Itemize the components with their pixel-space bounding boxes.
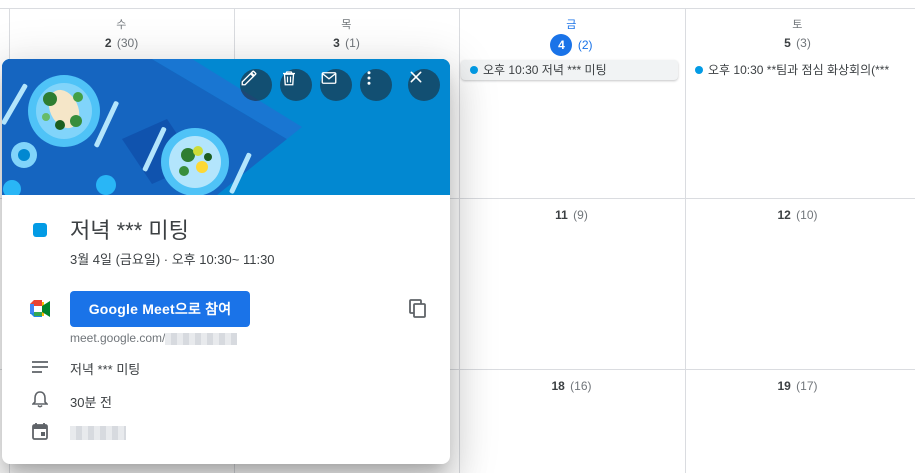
calendar-icon xyxy=(30,421,50,441)
event-count: (30) xyxy=(116,36,139,50)
edit-event-button[interactable] xyxy=(240,69,272,101)
join-google-meet-button[interactable]: Google Meet으로 참여 xyxy=(70,291,250,327)
event-count: (3) xyxy=(796,36,811,50)
event-count: (10) xyxy=(796,208,818,222)
day-number-value: 2 xyxy=(104,36,112,50)
close-icon xyxy=(410,71,422,83)
day-header-fri[interactable]: 금 4 (2) xyxy=(459,8,684,56)
today-badge: 4 xyxy=(550,34,573,56)
day-cell-11[interactable]: 11 (9) xyxy=(459,208,684,222)
event-count: (2) xyxy=(577,38,593,52)
event-description: 저녁 *** 미팅 xyxy=(70,362,141,377)
bell-icon xyxy=(30,389,50,409)
copy-meet-link-button[interactable] xyxy=(406,297,430,321)
mail-icon xyxy=(321,72,337,84)
event-title: 저녁 *** 미팅 xyxy=(70,218,189,243)
day-number-today[interactable]: 4 (2) xyxy=(459,34,684,56)
more-options-button[interactable] xyxy=(360,69,392,101)
meet-link[interactable]: meet.google.com/ xyxy=(70,331,238,345)
day-header-thu[interactable]: 목 3 (1) xyxy=(234,8,459,50)
delete-event-button[interactable] xyxy=(280,69,312,101)
day-number[interactable]: 5 (3) xyxy=(685,36,910,50)
redacted-calendar-name xyxy=(70,425,126,440)
day-number[interactable]: 3 (1) xyxy=(234,36,459,50)
event-dot xyxy=(695,66,703,74)
copy-icon xyxy=(409,299,426,318)
event-chip-dinner-meeting[interactable]: 오후 10:30 저녁 *** 미팅 xyxy=(461,60,678,80)
event-chip-team-lunch[interactable]: 오후 10:30 **팀과 점심 화상회의(*** xyxy=(686,60,914,80)
day-number[interactable]: 2 (30) xyxy=(9,36,234,50)
pencil-icon xyxy=(241,70,257,86)
event-count: (1) xyxy=(345,36,360,50)
day-of-week: 수 xyxy=(116,19,127,31)
calendar-color-indicator xyxy=(33,223,47,237)
event-reminder: 30분 전 xyxy=(70,395,112,410)
event-calendar-name xyxy=(70,424,126,440)
day-number-value: 11 xyxy=(555,208,568,222)
event-banner-image xyxy=(2,59,450,195)
day-cell-18[interactable]: 18 (16) xyxy=(459,379,684,393)
event-count: (16) xyxy=(570,379,592,393)
day-cell-12[interactable]: 12 (10) xyxy=(685,208,910,222)
event-datetime: 3월 4일 (금요일) · 오후 10:30~ 11:30 xyxy=(70,252,275,267)
event-detail-popup: 저녁 *** 미팅 3월 4일 (금요일) · 오후 10:30~ 11:30 … xyxy=(2,59,450,464)
event-count: (17) xyxy=(796,379,818,393)
day-number-value: 18 xyxy=(551,379,565,393)
day-number-value: 5 xyxy=(784,36,791,50)
event-dot xyxy=(470,66,478,74)
trash-icon xyxy=(283,71,295,86)
day-of-week: 토 xyxy=(792,19,803,31)
day-cell-19[interactable]: 19 (17) xyxy=(685,379,910,393)
grid-line xyxy=(459,8,460,473)
more-vert-icon xyxy=(367,71,371,85)
description-icon xyxy=(30,357,50,377)
close-popup-button[interactable] xyxy=(408,69,440,101)
redacted-meet-code xyxy=(165,332,238,345)
event-count: (9) xyxy=(573,208,588,222)
event-label: 오후 10:30 **팀과 점심 화상회의(*** xyxy=(708,63,890,77)
day-number-value: 3 xyxy=(333,36,340,50)
event-label: 오후 10:30 저녁 *** 미팅 xyxy=(483,63,607,77)
day-of-week: 목 xyxy=(341,19,352,31)
day-number-value: 12 xyxy=(777,208,791,222)
email-guests-button[interactable] xyxy=(320,69,352,101)
day-of-week: 금 xyxy=(566,19,577,31)
day-number-value: 19 xyxy=(777,379,791,393)
day-header-sat[interactable]: 토 5 (3) xyxy=(685,8,910,50)
google-meet-icon xyxy=(30,299,50,319)
day-header-wed[interactable]: 수 2 (30) xyxy=(9,8,234,50)
meet-link-text: meet.google.com/ xyxy=(70,331,166,345)
